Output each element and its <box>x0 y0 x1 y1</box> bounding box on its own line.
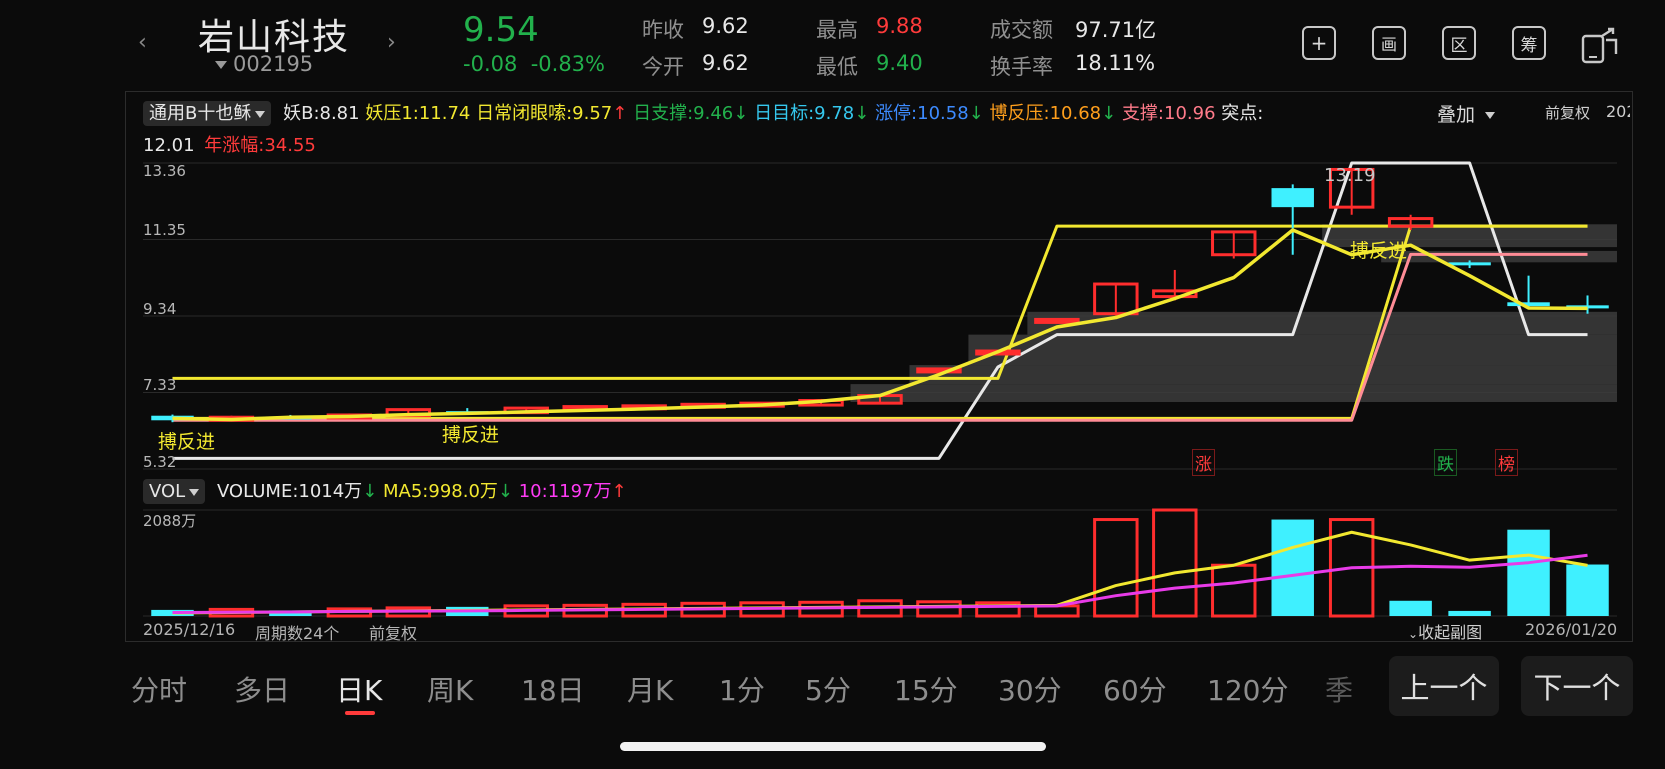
period-count: 周期数24个 <box>255 624 340 643</box>
ma10-value: 10:1197万 <box>518 481 612 502</box>
prev-button[interactable]: 上一个 <box>1389 656 1499 716</box>
adjust-label: 前复权 <box>369 624 418 643</box>
tab-1min[interactable]: 1分 <box>719 669 765 709</box>
next-button[interactable]: 下一个 <box>1521 656 1633 716</box>
price-axis-label: 11.35 <box>143 221 186 239</box>
tab-30min[interactable]: 30分 <box>998 669 1062 709</box>
price-axis-label: 7.33 <box>143 376 177 394</box>
volume-indicator-row: VOL VOLUME:1014万↓ MA5:998.0万↓ 10:1197万↑ <box>143 477 627 504</box>
volume-bar <box>1389 600 1432 616</box>
tab-15min[interactable]: 15分 <box>894 669 958 709</box>
support-band <box>968 334 1617 366</box>
home-indicator[interactable] <box>620 742 1046 751</box>
volume-bar <box>1152 508 1198 618</box>
tab-weekly-k[interactable]: 周K <box>427 669 473 709</box>
volume-bar <box>1093 518 1139 618</box>
tab-5min[interactable]: 5分 <box>805 669 851 709</box>
peak-label: 13.19 <box>1324 165 1376 186</box>
price-axis-label: 5.32 <box>143 453 177 471</box>
volume-value: VOLUME:1014万 <box>216 481 363 502</box>
end-date: 2026/01/20 <box>1525 620 1618 639</box>
tab-monthly-k[interactable]: 月K <box>627 669 673 709</box>
tab-120min[interactable]: 120分 <box>1207 669 1288 709</box>
price-axis-label: 13.36 <box>143 162 186 180</box>
signal-label: 搏反进 <box>1350 240 1408 262</box>
signal-label: 搏反进 <box>442 424 500 446</box>
collapse-chevron-icon: ⌄ <box>1408 627 1419 641</box>
volume-dropdown-icon <box>189 488 200 496</box>
volume-bar <box>1507 529 1550 616</box>
ma5-value: MA5:998.0万 <box>383 481 498 502</box>
signal-label: 搏反进 <box>158 431 216 453</box>
tab-18day[interactable]: 18日 <box>521 669 585 709</box>
tag-bang: 榜 <box>1495 449 1518 476</box>
volume-bar <box>1271 519 1314 616</box>
active-tab-indicator <box>345 711 375 715</box>
candle-body <box>1271 188 1314 208</box>
support-band <box>909 365 1617 385</box>
kline-chart[interactable] <box>0 0 1665 769</box>
start-date: 2025/12/16 <box>143 620 236 639</box>
volume-bar <box>916 600 962 618</box>
tag-zhang: 涨 <box>1192 449 1215 476</box>
volume-bar <box>1448 610 1491 616</box>
tab-duori[interactable]: 多日 <box>234 669 290 709</box>
candle-body <box>1507 302 1550 307</box>
volume-ma10-line <box>172 553 1588 614</box>
tab-60min[interactable]: 60分 <box>1103 669 1167 709</box>
support-band <box>850 384 1617 403</box>
volume-selector[interactable]: VOL <box>143 479 206 504</box>
collapse-subchart-button[interactable]: ⌄收起副图 <box>1408 619 1482 643</box>
tab-fenshi[interactable]: 分时 <box>131 669 187 709</box>
price-axis-label: 9.34 <box>143 300 177 318</box>
tab-daily-k[interactable]: 日K <box>336 669 382 709</box>
tag-die: 跌 <box>1434 449 1457 476</box>
volume-axis-label: 2088万 <box>143 512 197 530</box>
volume-bar <box>1211 563 1257 618</box>
volume-bar <box>1566 564 1609 616</box>
tab-quarterly[interactable]: 季 <box>1325 669 1365 709</box>
candle-body <box>1034 317 1080 324</box>
candle-body <box>1448 262 1491 266</box>
